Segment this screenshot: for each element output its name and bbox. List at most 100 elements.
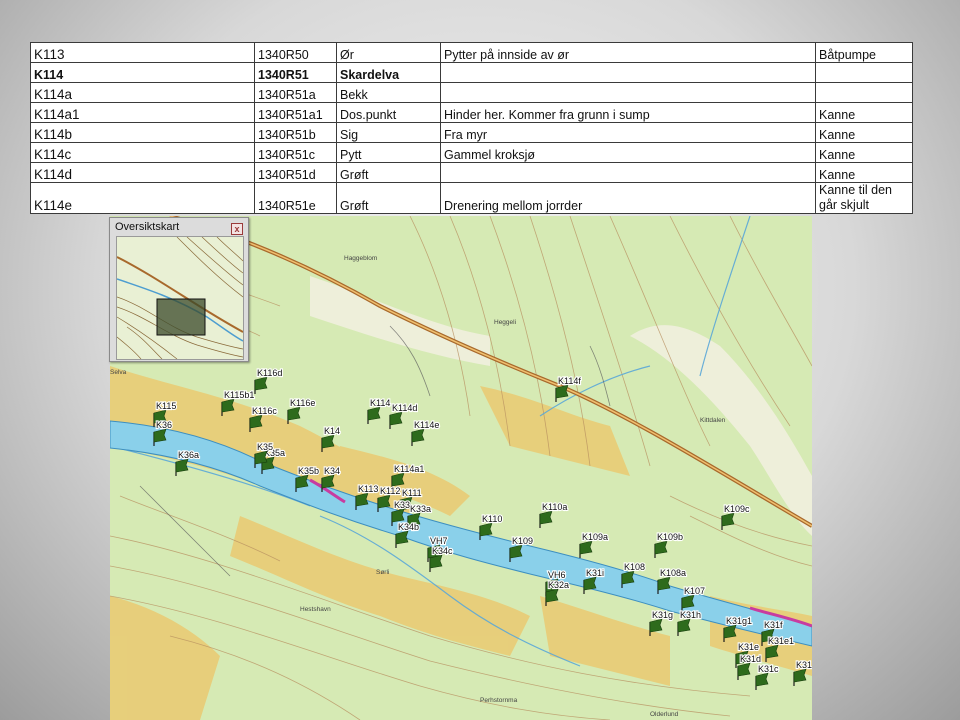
flag-label: K31c — [758, 664, 779, 674]
place-label: Olderlund — [650, 711, 679, 718]
row-note — [440, 62, 816, 83]
row-measure — [815, 82, 913, 103]
flag-label: K114a1 — [394, 464, 424, 474]
flag-label: K33a — [410, 504, 431, 514]
flag-label: K34 — [324, 466, 340, 476]
flag-label: K107 — [684, 586, 705, 596]
flag-label: K116d — [257, 368, 282, 378]
flag-label: K35b — [298, 466, 319, 476]
flag-label: K111 — [402, 488, 422, 498]
flag-label: K114f — [558, 376, 581, 386]
flag-label: K109a — [582, 532, 608, 542]
row-note — [440, 82, 816, 103]
flag-label: K116c — [252, 406, 277, 416]
place-label: Sørli — [376, 569, 389, 576]
flag-label: K114e — [414, 420, 439, 430]
flag-label: K115b1 — [224, 390, 254, 400]
flag-label: K31i — [586, 568, 604, 578]
place-label: Perhstornma — [480, 697, 518, 704]
row-note: Drenering mellom jorrder — [440, 182, 816, 214]
table-row: K114e 1340R51e Grøft Drenering mellom jo… — [30, 182, 913, 214]
table-row: K114d 1340R51d Grøft Kanne — [30, 162, 913, 183]
row-code: 1340R51a1 — [254, 102, 337, 123]
slide: K113 1340R50 Ør Pytter på innside av ør … — [0, 0, 960, 720]
flag-label: K34b — [398, 522, 419, 532]
flag-label: K35 — [257, 442, 273, 452]
flag-label: K109 — [512, 536, 533, 546]
flag-label: K31f — [764, 620, 783, 630]
flag-label: K116e — [290, 398, 315, 408]
row-note: Hinder her. Kommer fra grunn i sump — [440, 102, 816, 123]
table-row: K114c 1340R51c Pytt Gammel kroksjø Kanne — [30, 142, 913, 163]
flag-label: K36 — [156, 420, 172, 430]
flag-label: K108 — [624, 562, 645, 572]
flag-label: K110a — [542, 502, 567, 512]
flag-label: K31g1 — [726, 616, 752, 626]
flag-label: K114 — [370, 398, 390, 408]
flag-label: K112 — [380, 486, 400, 496]
row-code: 1340R51e — [254, 182, 337, 214]
row-type: Grøft — [336, 162, 441, 183]
flag-label: K115 — [156, 401, 176, 411]
row-measure: Båtpumpe — [815, 42, 913, 63]
flag-label: K32a — [548, 580, 569, 590]
flag-label: K31e1 — [768, 636, 794, 646]
row-code: 1340R51a — [254, 82, 337, 103]
flag-label: K34c — [432, 546, 453, 556]
row-type: Dos.punkt — [336, 102, 441, 123]
flag-label: K33 — [394, 500, 410, 510]
flag-label: K113 — [358, 484, 378, 494]
row-id: K114d — [30, 162, 255, 183]
row-type: Pytt — [336, 142, 441, 163]
flag-label: K31g — [652, 610, 673, 620]
overview-canvas — [117, 237, 243, 359]
flag-label: K31h — [680, 610, 701, 620]
row-type: Sig — [336, 122, 441, 143]
table-row: K114a1 1340R51a1 Dos.punkt Hinder her. K… — [30, 102, 913, 123]
row-code: 1340R51 — [254, 62, 337, 83]
flag-label: K110 — [482, 514, 502, 524]
place-label: Selva — [110, 369, 127, 376]
place-label: Haggeblom — [344, 255, 377, 262]
row-measure: Kanne — [815, 162, 913, 183]
flag-label: VH7 — [430, 536, 448, 546]
row-measure: Kanne — [815, 122, 913, 143]
row-id: K114c — [30, 142, 255, 163]
row-type: Bekk — [336, 82, 441, 103]
row-code: 1340R51b — [254, 122, 337, 143]
flag-label: VH6 — [548, 570, 566, 580]
flag-label: K31d — [740, 654, 761, 664]
flag-label: K109b — [657, 532, 683, 542]
table-row: K114a 1340R51a Bekk — [30, 82, 913, 103]
row-code: 1340R50 — [254, 42, 337, 63]
sampling-table: K113 1340R50 Ør Pytter på innside av ør … — [30, 42, 913, 214]
row-type: Skardelva — [336, 62, 441, 83]
table-row: K113 1340R50 Ør Pytter på innside av ør … — [30, 42, 913, 63]
row-id: K114a — [30, 82, 255, 103]
row-code: 1340R51d — [254, 162, 337, 183]
flag-label: K108a — [660, 568, 686, 578]
row-code: 1340R51c — [254, 142, 337, 163]
place-label: Hestshavn — [300, 606, 331, 613]
row-note: Fra myr — [440, 122, 816, 143]
flag-label: K31 — [796, 660, 812, 670]
row-type: Ør — [336, 42, 441, 63]
close-icon[interactable]: x — [231, 223, 243, 235]
row-id: K114a1 — [30, 102, 255, 123]
table-row: K114 1340R51 Skardelva — [30, 62, 913, 83]
row-type: Grøft — [336, 182, 441, 214]
flag-label: K14 — [324, 426, 340, 436]
row-id: K113 — [30, 42, 255, 63]
overview-map[interactable] — [116, 236, 244, 360]
place-label: Kittdalen — [700, 417, 726, 424]
flag-label: K31e — [738, 642, 759, 652]
row-measure — [815, 62, 913, 83]
row-note: Gammel kroksjø — [440, 142, 816, 163]
overview-map-window: Oversiktskart x — [109, 217, 249, 362]
row-measure: Kanne til den går skjult — [815, 182, 913, 214]
row-id: K114e — [30, 182, 255, 214]
row-id: K114 — [30, 62, 255, 83]
row-note: Pytter på innside av ør — [440, 42, 816, 63]
flag-label: K114d — [392, 403, 417, 413]
flag-label: K36a — [178, 450, 199, 460]
